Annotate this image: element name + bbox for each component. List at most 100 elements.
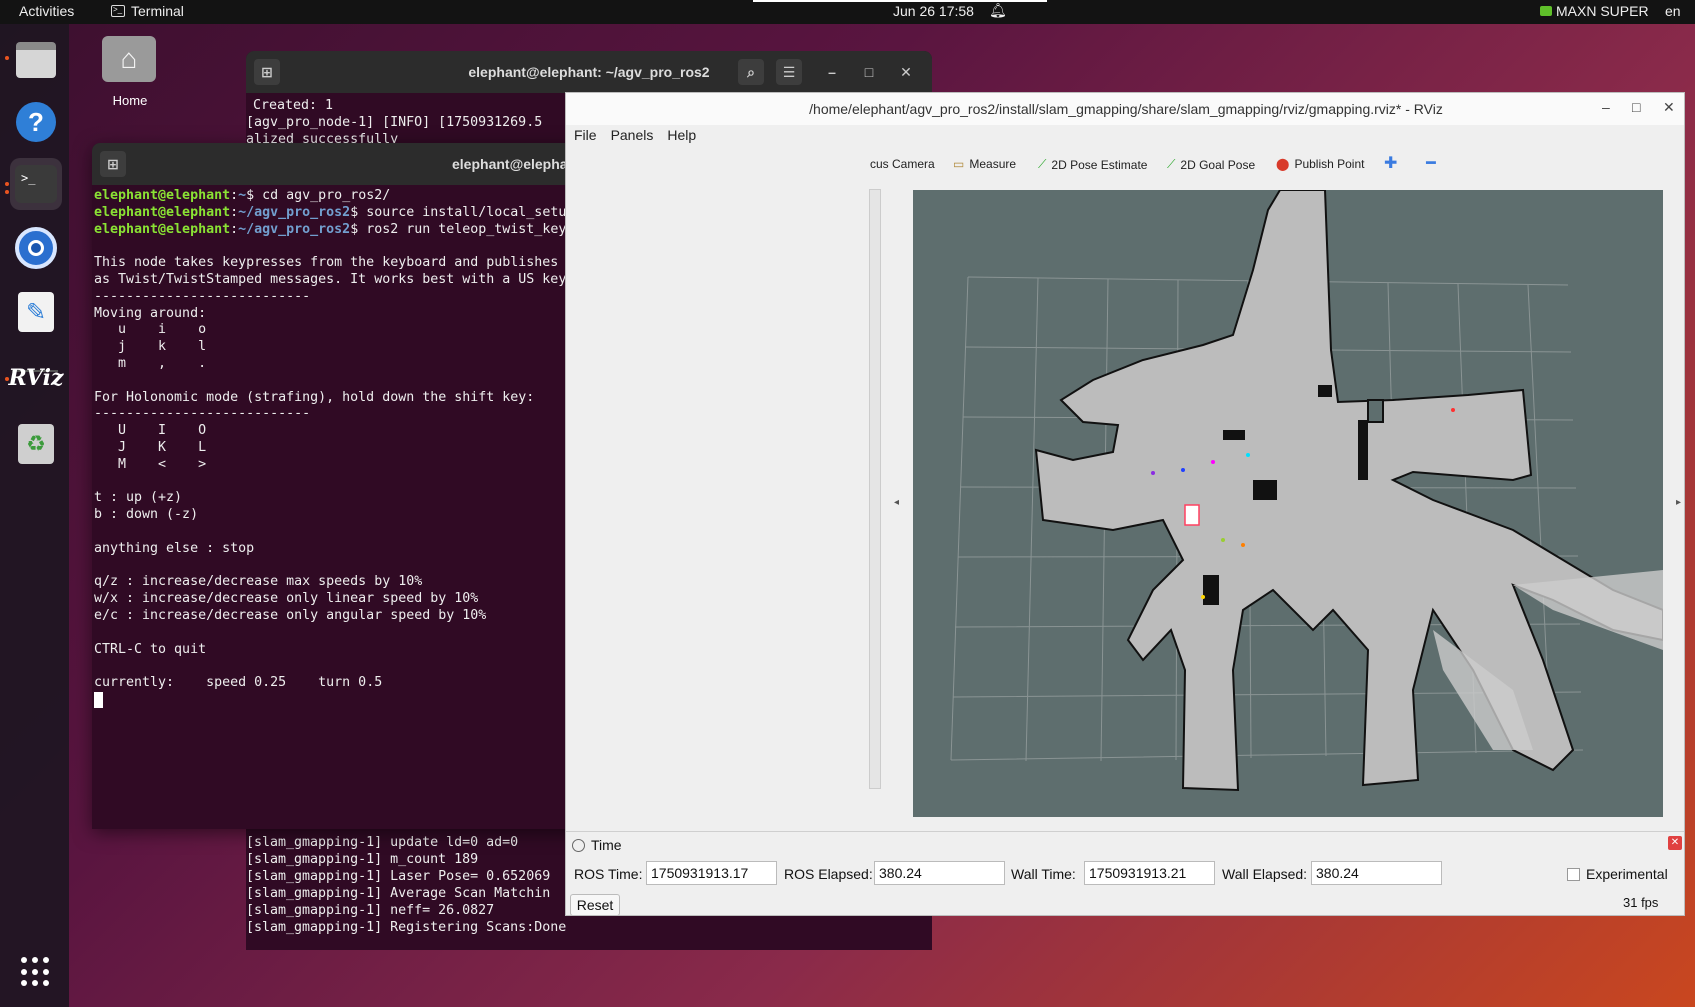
terminal-icon: >_ <box>15 165 57 203</box>
minimize-icon[interactable]: – <box>1602 99 1610 115</box>
new-tab-icon[interactable]: ⊞ <box>100 151 126 177</box>
maximize-icon[interactable]: □ <box>1632 99 1640 115</box>
app-menu[interactable]: >_ Terminal <box>111 3 184 19</box>
hamburger-menu-icon[interactable]: ☰ <box>776 59 802 85</box>
rviz-toolbar: cus Camera ▭ Measure ⟋ 2D Pose Estimate ⟋ 2… <box>566 149 1684 179</box>
terminal-icon: >_ <box>111 5 125 17</box>
running-indicator <box>5 190 9 194</box>
nvidia-icon <box>1540 6 1552 16</box>
terminal-back-titlebar[interactable]: ⊞ elephant@elephant: ~/agv_pro_ros2 ⌕ ☰ … <box>246 51 932 93</box>
rviz-displays-panel <box>566 183 881 911</box>
dock-files[interactable] <box>10 34 62 86</box>
experimental-checkbox[interactable] <box>1567 868 1580 881</box>
rviz-icon: RViz <box>8 365 64 391</box>
ros-elapsed-label: ROS Elapsed: <box>784 866 873 882</box>
wall-elapsed-label: Wall Elapsed: <box>1222 866 1308 882</box>
collapse-right-icon[interactable]: ▸ <box>1676 497 1681 508</box>
menu-help[interactable]: Help <box>667 127 696 143</box>
tool-label: Publish Point <box>1294 157 1365 171</box>
power-mode-label: MAXN SUPER <box>1556 3 1649 19</box>
wall-time-field[interactable]: 1750931913.21 <box>1084 861 1215 885</box>
terminal-line: [slam_gmapping-1] Average Scan Matchin <box>246 886 551 901</box>
goal-pose-icon: ⟋ <box>1167 157 1176 171</box>
files-icon <box>16 42 56 78</box>
pose-estimate-icon: ⟋ <box>1038 157 1047 171</box>
close-icon[interactable]: ✕ <box>1663 99 1675 116</box>
reset-button[interactable]: Reset <box>570 894 620 915</box>
tool-measure[interactable]: ▭ Measure <box>953 157 1016 171</box>
occupancy-grid-map <box>950 190 1663 792</box>
clock[interactable]: Jun 26 17:58 <box>893 3 974 19</box>
terminal-line: [slam_gmapping-1] Registering Scans:Done <box>246 920 567 935</box>
collapse-left-icon[interactable]: ◂ <box>894 497 899 508</box>
terminal-line: [agv_pro_node-1] [INFO] [1750931269.5 <box>246 114 543 130</box>
rviz-title: /home/elephant/agv_pro_ros2/install/slam… <box>809 101 1443 117</box>
dock-terminal[interactable]: >_ <box>10 158 62 210</box>
text-editor-icon: ✎ <box>18 292 54 332</box>
activities-button[interactable]: Activities <box>19 3 74 19</box>
running-indicator <box>5 182 9 186</box>
rviz-3d-viewport[interactable] <box>913 190 1663 817</box>
dock-rviz[interactable]: RViz <box>8 352 64 404</box>
ros-time-field[interactable]: 1750931913.17 <box>646 861 777 885</box>
time-panel: Time ✕ ROS Time: 1750931913.17 ROS Elaps… <box>566 831 1684 915</box>
pin-icon: ⬤ <box>1276 157 1290 171</box>
tool-focus-camera[interactable]: cus Camera <box>870 157 935 171</box>
tool-publish-point[interactable]: ⬤ Publish Point <box>1276 157 1364 171</box>
tool-label: Measure <box>969 157 1017 171</box>
minimize-icon[interactable]: – <box>819 59 845 85</box>
minus-icon[interactable]: ━ <box>1426 153 1436 173</box>
app-name: Terminal <box>131 3 184 19</box>
rviz-menubar: File Panels Help <box>574 127 696 143</box>
bell-icon: 🔔︎ <box>989 2 1007 18</box>
displays-scrollbar[interactable] <box>869 189 881 789</box>
free-space <box>1034 190 1663 792</box>
language-indicator[interactable]: en <box>1665 3 1681 19</box>
tool-2d-pose-estimate[interactable]: ⟋ 2D Pose Estimate <box>1038 157 1147 172</box>
dock-help[interactable]: ? <box>10 96 62 148</box>
menu-file[interactable]: File <box>574 127 597 143</box>
power-mode-indicator[interactable]: MAXN SUPER <box>1540 3 1649 19</box>
experimental-label: Experimental <box>1586 866 1668 882</box>
wall-elapsed-field[interactable]: 380.24 <box>1311 861 1442 885</box>
terminal-line: [slam_gmapping-1] Laser Pose= 0.652069 <box>246 869 551 884</box>
chromium-icon <box>15 227 57 269</box>
ros-time-label: ROS Time: <box>574 866 643 882</box>
tool-label: cus Camera <box>870 157 935 171</box>
dock: ? >_ ✎ RViz ♻ <box>0 24 69 1007</box>
terminal-back-top-output: Created: 1 [agv_pro_node-1] [INFO] [1750… <box>246 98 542 148</box>
fps-counter: 31 fps <box>1623 895 1659 910</box>
tool-label: 2D Pose Estimate <box>1051 157 1148 172</box>
ros-elapsed-field[interactable]: 380.24 <box>874 861 1005 885</box>
running-indicator <box>5 56 9 60</box>
search-icon[interactable]: ⌕ <box>738 59 764 85</box>
home-folder-label[interactable]: Home <box>100 93 160 108</box>
dock-chromium[interactable] <box>10 222 62 274</box>
dock-text-editor[interactable]: ✎ <box>10 286 62 338</box>
terminal-line: [slam_gmapping-1] m_count 189 <box>246 852 479 867</box>
plus-icon[interactable]: ✚ <box>1384 153 1397 173</box>
menu-panels[interactable]: Panels <box>611 127 654 143</box>
rviz-titlebar[interactable]: /home/elephant/agv_pro_ros2/install/slam… <box>566 93 1684 125</box>
help-icon: ? <box>16 102 56 142</box>
maximize-icon[interactable]: □ <box>856 59 882 85</box>
rviz-window[interactable]: /home/elephant/agv_pro_ros2/install/slam… <box>565 92 1685 916</box>
top-bar: Activities >_ Terminal Jun 26 17:58 🔔︎ M… <box>0 0 1695 24</box>
ruler-icon: ▭ <box>953 157 965 171</box>
terminal-line: [slam_gmapping-1] neff= 26.0827 <box>246 903 495 918</box>
time-panel-header: Time <box>572 837 622 853</box>
home-folder-icon[interactable]: ⌂ <box>102 36 156 82</box>
close-icon[interactable]: ✕ <box>1668 836 1682 850</box>
terminal-line: [slam_gmapping-1] update ld=0 ad=0 <box>246 835 519 850</box>
tool-label: 2D Goal Pose <box>1180 157 1256 172</box>
robot-marker <box>1184 504 1200 526</box>
dock-trash[interactable]: ♻ <box>10 418 62 470</box>
wall-time-label: Wall Time: <box>1011 866 1076 882</box>
tool-2d-goal-pose[interactable]: ⟋ 2D Goal Pose <box>1167 157 1255 172</box>
trash-icon: ♻ <box>18 424 54 464</box>
clock-icon <box>572 838 585 852</box>
terminal-line: Created: 1 <box>253 98 334 113</box>
time-panel-title: Time <box>591 837 622 853</box>
close-icon[interactable]: ✕ <box>893 59 919 85</box>
app-grid-icon[interactable] <box>21 957 51 987</box>
